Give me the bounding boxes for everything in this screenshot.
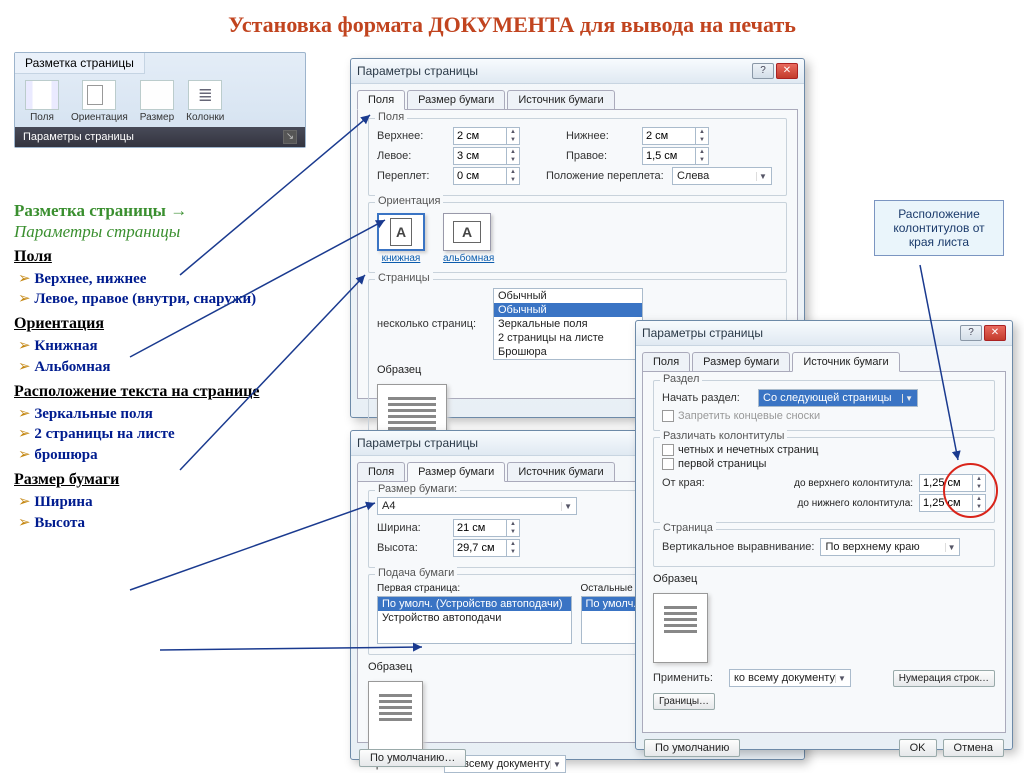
line-numbers-button[interactable]: Нумерация строк… bbox=[893, 670, 995, 687]
ok-button[interactable]: OK bbox=[899, 739, 937, 757]
ribbon-group: Разметка страницы Поля Ориентация Размер… bbox=[14, 52, 306, 148]
first-page-checkbox[interactable] bbox=[662, 458, 674, 470]
section-start-select[interactable]: Со следующей страницы▼ bbox=[758, 389, 918, 407]
preview-icon bbox=[368, 681, 423, 751]
footer-distance-input[interactable]: ▲▼ bbox=[919, 494, 986, 512]
tab-paper-size[interactable]: Размер бумаги bbox=[407, 90, 505, 109]
preview-icon bbox=[653, 593, 708, 663]
tab-paper-source[interactable]: Источник бумаги bbox=[507, 462, 614, 481]
gutter-position-select[interactable]: Слева▼ bbox=[672, 167, 772, 185]
size-icon bbox=[140, 80, 174, 110]
tab-paper-size[interactable]: Размер бумаги bbox=[692, 352, 790, 371]
margin-left-input[interactable]: ▲▼ bbox=[453, 147, 520, 165]
tab-paper-source[interactable]: Источник бумаги bbox=[792, 352, 899, 372]
ribbon-columns-button[interactable]: Колонки bbox=[182, 78, 228, 125]
page-setup-dialog-source: Параметры страницы ?✕ Поля Размер бумаги… bbox=[635, 320, 1013, 750]
odd-even-checkbox[interactable] bbox=[662, 444, 674, 456]
callout-box: Расположение колонтитулов от края листа bbox=[874, 200, 1004, 256]
cancel-button[interactable]: Отмена bbox=[943, 739, 1004, 757]
ribbon-size-button[interactable]: Размер bbox=[136, 78, 178, 125]
tab-paper-source[interactable]: Источник бумаги bbox=[507, 90, 614, 109]
orientation-landscape-button[interactable]: Aальбомная bbox=[443, 213, 494, 264]
dialog-launcher-icon[interactable]: ↘ bbox=[283, 130, 297, 144]
help-button[interactable]: ? bbox=[960, 325, 982, 341]
ribbon-tab[interactable]: Разметка страницы bbox=[15, 53, 145, 74]
paper-width-input[interactable]: ▲▼ bbox=[453, 519, 520, 537]
default-button[interactable]: По умолчанию… bbox=[359, 749, 466, 767]
ribbon-margins-button[interactable]: Поля bbox=[21, 78, 63, 125]
apply-to-select[interactable]: ко всему документу▼ bbox=[729, 669, 851, 687]
columns-icon bbox=[188, 80, 222, 110]
paper-size-select[interactable]: A4▼ bbox=[377, 497, 577, 515]
suppress-endnotes-checkbox[interactable] bbox=[662, 410, 674, 422]
tab-paper-size[interactable]: Размер бумаги bbox=[407, 462, 505, 482]
paper-height-input[interactable]: ▲▼ bbox=[453, 539, 520, 557]
margin-right-input[interactable]: ▲▼ bbox=[642, 147, 709, 165]
outline-text: Разметка страницы → Параметры страницы П… bbox=[14, 200, 314, 537]
tab-fields[interactable]: Поля bbox=[357, 462, 405, 481]
borders-button[interactable]: Границы… bbox=[653, 693, 715, 710]
margin-bottom-input[interactable]: ▲▼ bbox=[642, 127, 709, 145]
close-button[interactable]: ✕ bbox=[776, 63, 798, 79]
orientation-icon bbox=[82, 80, 116, 110]
gutter-input[interactable]: ▲▼ bbox=[453, 167, 520, 185]
vertical-align-select[interactable]: По верхнему краю▼ bbox=[820, 538, 960, 556]
page-title: Установка формата ДОКУМЕНТА для вывода н… bbox=[0, 0, 1024, 46]
tab-fields[interactable]: Поля bbox=[357, 90, 405, 110]
default-button[interactable]: По умолчанию bbox=[644, 739, 740, 757]
margin-top-input[interactable]: ▲▼ bbox=[453, 127, 520, 145]
ribbon-orientation-button[interactable]: Ориентация bbox=[67, 78, 132, 125]
multiple-pages-listbox[interactable]: Обычный Обычный Зеркальные поля 2 страни… bbox=[493, 288, 643, 360]
dialog-title: Параметры страницы bbox=[357, 64, 478, 78]
margins-icon bbox=[25, 80, 59, 110]
help-button[interactable]: ? bbox=[752, 63, 774, 79]
first-page-tray-listbox[interactable]: По умолч. (Устройство автоподачи) Устрой… bbox=[377, 596, 572, 644]
header-distance-input[interactable]: ▲▼ bbox=[919, 474, 986, 492]
orientation-portrait-button[interactable]: Aкнижная bbox=[377, 213, 425, 264]
close-button[interactable]: ✕ bbox=[984, 325, 1006, 341]
ribbon-group-label: Параметры страницы bbox=[23, 131, 134, 143]
tab-fields[interactable]: Поля bbox=[642, 352, 690, 371]
